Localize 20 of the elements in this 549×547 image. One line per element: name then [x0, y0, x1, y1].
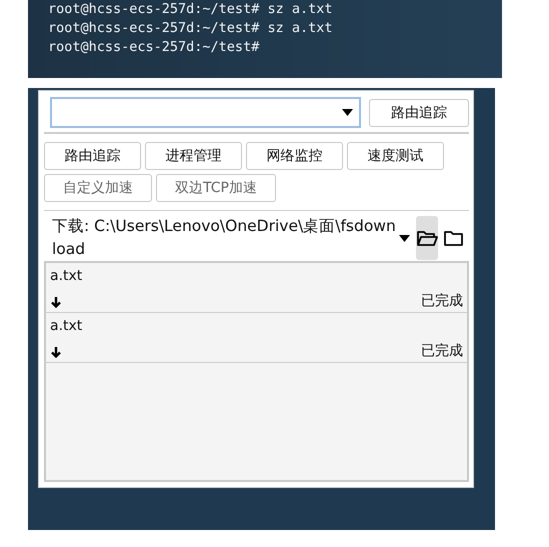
route-trace-button[interactable]: 路由追踪: [369, 98, 469, 126]
file-name: a.txt: [50, 317, 84, 336]
tool-button[interactable]: 路由追踪: [44, 142, 141, 170]
download-path: 下载: C:\Users\Lenovo\OneDrive\桌面\fsdownload: [52, 216, 397, 260]
down-arrow-icon: [50, 296, 62, 308]
tool-button[interactable]: 网络监控: [246, 142, 343, 170]
folder-icon: [444, 230, 462, 246]
terminal-line: root@hcss-ecs-257d:~/test# sz a.txt: [48, 0, 332, 19]
terminal-line: root@hcss-ecs-257d:~/test# sz a.txt: [48, 19, 332, 38]
caret-icon[interactable]: [399, 234, 410, 242]
file-name: a.txt: [50, 267, 84, 286]
down-arrow-icon: [50, 346, 62, 358]
transfer-status: 已完成: [421, 292, 463, 311]
transfer-status: 已完成: [421, 342, 463, 361]
folder-button[interactable]: [416, 216, 438, 260]
open-folder-icon: [416, 230, 438, 246]
tool-button[interactable]: 进程管理: [145, 142, 242, 170]
caret-icon: [342, 109, 353, 116]
terminal-line: root@hcss-ecs-257d:~/test#: [48, 38, 260, 57]
tool-button[interactable]: 速度测试: [347, 142, 444, 170]
